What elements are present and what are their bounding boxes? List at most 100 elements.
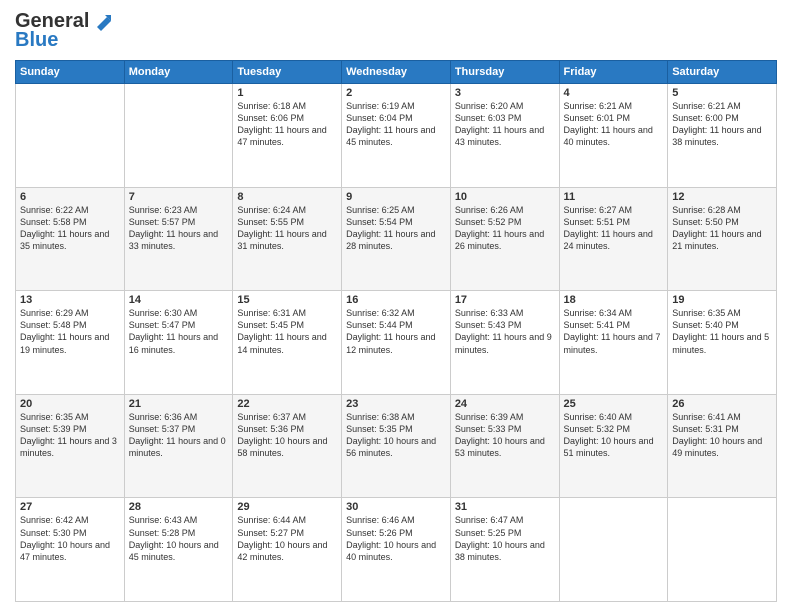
sunrise-text: Sunrise: 6:29 AM: [20, 308, 89, 318]
daylight-text: Daylight: 11 hours and 31 minutes.: [237, 229, 326, 251]
calendar-cell: [124, 84, 233, 188]
daylight-text: Daylight: 11 hours and 38 minutes.: [672, 125, 761, 147]
sunrise-text: Sunrise: 6:39 AM: [455, 412, 524, 422]
cell-info: Sunrise: 6:27 AM Sunset: 5:51 PM Dayligh…: [564, 204, 664, 253]
day-number: 19: [672, 294, 772, 306]
day-number: 7: [129, 191, 229, 203]
calendar-cell: 2 Sunrise: 6:19 AM Sunset: 6:04 PM Dayli…: [342, 84, 451, 188]
day-number: 14: [129, 294, 229, 306]
sunset-text: Sunset: 5:30 PM: [20, 528, 87, 538]
daylight-text: Daylight: 11 hours and 28 minutes.: [346, 229, 435, 251]
day-number: 28: [129, 501, 229, 513]
calendar-cell: 22 Sunrise: 6:37 AM Sunset: 5:36 PM Dayl…: [233, 394, 342, 498]
calendar-cell: 8 Sunrise: 6:24 AM Sunset: 5:55 PM Dayli…: [233, 187, 342, 291]
sunset-text: Sunset: 5:32 PM: [564, 424, 631, 434]
day-number: 10: [455, 191, 555, 203]
calendar-cell: 13 Sunrise: 6:29 AM Sunset: 5:48 PM Dayl…: [16, 291, 125, 395]
sunset-text: Sunset: 5:33 PM: [455, 424, 522, 434]
sunrise-text: Sunrise: 6:26 AM: [455, 205, 524, 215]
sunset-text: Sunset: 5:58 PM: [20, 217, 87, 227]
sunset-text: Sunset: 5:27 PM: [237, 528, 304, 538]
daylight-text: Daylight: 10 hours and 58 minutes.: [237, 436, 327, 458]
calendar-week-row: 1 Sunrise: 6:18 AM Sunset: 6:06 PM Dayli…: [16, 84, 777, 188]
calendar-cell: 16 Sunrise: 6:32 AM Sunset: 5:44 PM Dayl…: [342, 291, 451, 395]
cell-info: Sunrise: 6:21 AM Sunset: 6:01 PM Dayligh…: [564, 100, 664, 149]
calendar-cell: 27 Sunrise: 6:42 AM Sunset: 5:30 PM Dayl…: [16, 498, 125, 602]
cell-info: Sunrise: 6:42 AM Sunset: 5:30 PM Dayligh…: [20, 514, 120, 563]
day-number: 22: [237, 398, 337, 410]
cell-info: Sunrise: 6:44 AM Sunset: 5:27 PM Dayligh…: [237, 514, 337, 563]
calendar-cell: 25 Sunrise: 6:40 AM Sunset: 5:32 PM Dayl…: [559, 394, 668, 498]
calendar-cell: 11 Sunrise: 6:27 AM Sunset: 5:51 PM Dayl…: [559, 187, 668, 291]
sunrise-text: Sunrise: 6:32 AM: [346, 308, 415, 318]
cell-info: Sunrise: 6:20 AM Sunset: 6:03 PM Dayligh…: [455, 100, 555, 149]
daylight-text: Daylight: 10 hours and 47 minutes.: [20, 540, 110, 562]
calendar-cell: 23 Sunrise: 6:38 AM Sunset: 5:35 PM Dayl…: [342, 394, 451, 498]
day-header-friday: Friday: [559, 61, 668, 84]
daylight-text: Daylight: 10 hours and 56 minutes.: [346, 436, 436, 458]
sunset-text: Sunset: 6:00 PM: [672, 113, 739, 123]
sunset-text: Sunset: 6:04 PM: [346, 113, 413, 123]
sunrise-text: Sunrise: 6:38 AM: [346, 412, 415, 422]
cell-info: Sunrise: 6:36 AM Sunset: 5:37 PM Dayligh…: [129, 411, 229, 460]
page: General Blue SundayMondayTuesdayWednesda…: [0, 0, 792, 612]
calendar-cell: 10 Sunrise: 6:26 AM Sunset: 5:52 PM Dayl…: [450, 187, 559, 291]
day-number: 11: [564, 191, 664, 203]
calendar-cell: 9 Sunrise: 6:25 AM Sunset: 5:54 PM Dayli…: [342, 187, 451, 291]
sunset-text: Sunset: 5:31 PM: [672, 424, 739, 434]
daylight-text: Daylight: 11 hours and 40 minutes.: [564, 125, 653, 147]
day-header-sunday: Sunday: [16, 61, 125, 84]
daylight-text: Daylight: 11 hours and 35 minutes.: [20, 229, 109, 251]
calendar-cell: 5 Sunrise: 6:21 AM Sunset: 6:00 PM Dayli…: [668, 84, 777, 188]
cell-info: Sunrise: 6:43 AM Sunset: 5:28 PM Dayligh…: [129, 514, 229, 563]
sunrise-text: Sunrise: 6:33 AM: [455, 308, 524, 318]
sunrise-text: Sunrise: 6:30 AM: [129, 308, 198, 318]
sunrise-text: Sunrise: 6:37 AM: [237, 412, 306, 422]
daylight-text: Daylight: 11 hours and 45 minutes.: [346, 125, 435, 147]
day-number: 17: [455, 294, 555, 306]
day-number: 13: [20, 294, 120, 306]
day-number: 3: [455, 87, 555, 99]
daylight-text: Daylight: 11 hours and 7 minutes.: [564, 332, 661, 354]
cell-info: Sunrise: 6:32 AM Sunset: 5:44 PM Dayligh…: [346, 307, 446, 356]
calendar-header-row: SundayMondayTuesdayWednesdayThursdayFrid…: [16, 61, 777, 84]
sunset-text: Sunset: 5:26 PM: [346, 528, 413, 538]
calendar-cell: 18 Sunrise: 6:34 AM Sunset: 5:41 PM Dayl…: [559, 291, 668, 395]
cell-info: Sunrise: 6:28 AM Sunset: 5:50 PM Dayligh…: [672, 204, 772, 253]
cell-info: Sunrise: 6:38 AM Sunset: 5:35 PM Dayligh…: [346, 411, 446, 460]
calendar-cell: 19 Sunrise: 6:35 AM Sunset: 5:40 PM Dayl…: [668, 291, 777, 395]
calendar-cell: 15 Sunrise: 6:31 AM Sunset: 5:45 PM Dayl…: [233, 291, 342, 395]
sunset-text: Sunset: 5:43 PM: [455, 320, 522, 330]
calendar-cell: 12 Sunrise: 6:28 AM Sunset: 5:50 PM Dayl…: [668, 187, 777, 291]
calendar-cell: 3 Sunrise: 6:20 AM Sunset: 6:03 PM Dayli…: [450, 84, 559, 188]
day-number: 21: [129, 398, 229, 410]
sunrise-text: Sunrise: 6:44 AM: [237, 515, 306, 525]
day-number: 16: [346, 294, 446, 306]
sunrise-text: Sunrise: 6:34 AM: [564, 308, 633, 318]
daylight-text: Daylight: 11 hours and 43 minutes.: [455, 125, 544, 147]
cell-info: Sunrise: 6:34 AM Sunset: 5:41 PM Dayligh…: [564, 307, 664, 356]
daylight-text: Daylight: 11 hours and 19 minutes.: [20, 332, 109, 354]
day-number: 9: [346, 191, 446, 203]
sunset-text: Sunset: 5:25 PM: [455, 528, 522, 538]
sunset-text: Sunset: 5:51 PM: [564, 217, 631, 227]
day-number: 31: [455, 501, 555, 513]
daylight-text: Daylight: 11 hours and 16 minutes.: [129, 332, 218, 354]
daylight-text: Daylight: 10 hours and 40 minutes.: [346, 540, 436, 562]
day-number: 2: [346, 87, 446, 99]
day-number: 12: [672, 191, 772, 203]
sunset-text: Sunset: 5:55 PM: [237, 217, 304, 227]
sunset-text: Sunset: 5:44 PM: [346, 320, 413, 330]
sunset-text: Sunset: 5:39 PM: [20, 424, 87, 434]
daylight-text: Daylight: 11 hours and 5 minutes.: [672, 332, 769, 354]
daylight-text: Daylight: 11 hours and 12 minutes.: [346, 332, 435, 354]
daylight-text: Daylight: 11 hours and 0 minutes.: [129, 436, 226, 458]
calendar-cell: 29 Sunrise: 6:44 AM Sunset: 5:27 PM Dayl…: [233, 498, 342, 602]
sunrise-text: Sunrise: 6:21 AM: [672, 101, 741, 111]
logo-icon: [91, 11, 113, 33]
sunrise-text: Sunrise: 6:21 AM: [564, 101, 633, 111]
calendar-cell: 24 Sunrise: 6:39 AM Sunset: 5:33 PM Dayl…: [450, 394, 559, 498]
calendar-cell: 14 Sunrise: 6:30 AM Sunset: 5:47 PM Dayl…: [124, 291, 233, 395]
calendar-table: SundayMondayTuesdayWednesdayThursdayFrid…: [15, 60, 777, 602]
day-number: 4: [564, 87, 664, 99]
